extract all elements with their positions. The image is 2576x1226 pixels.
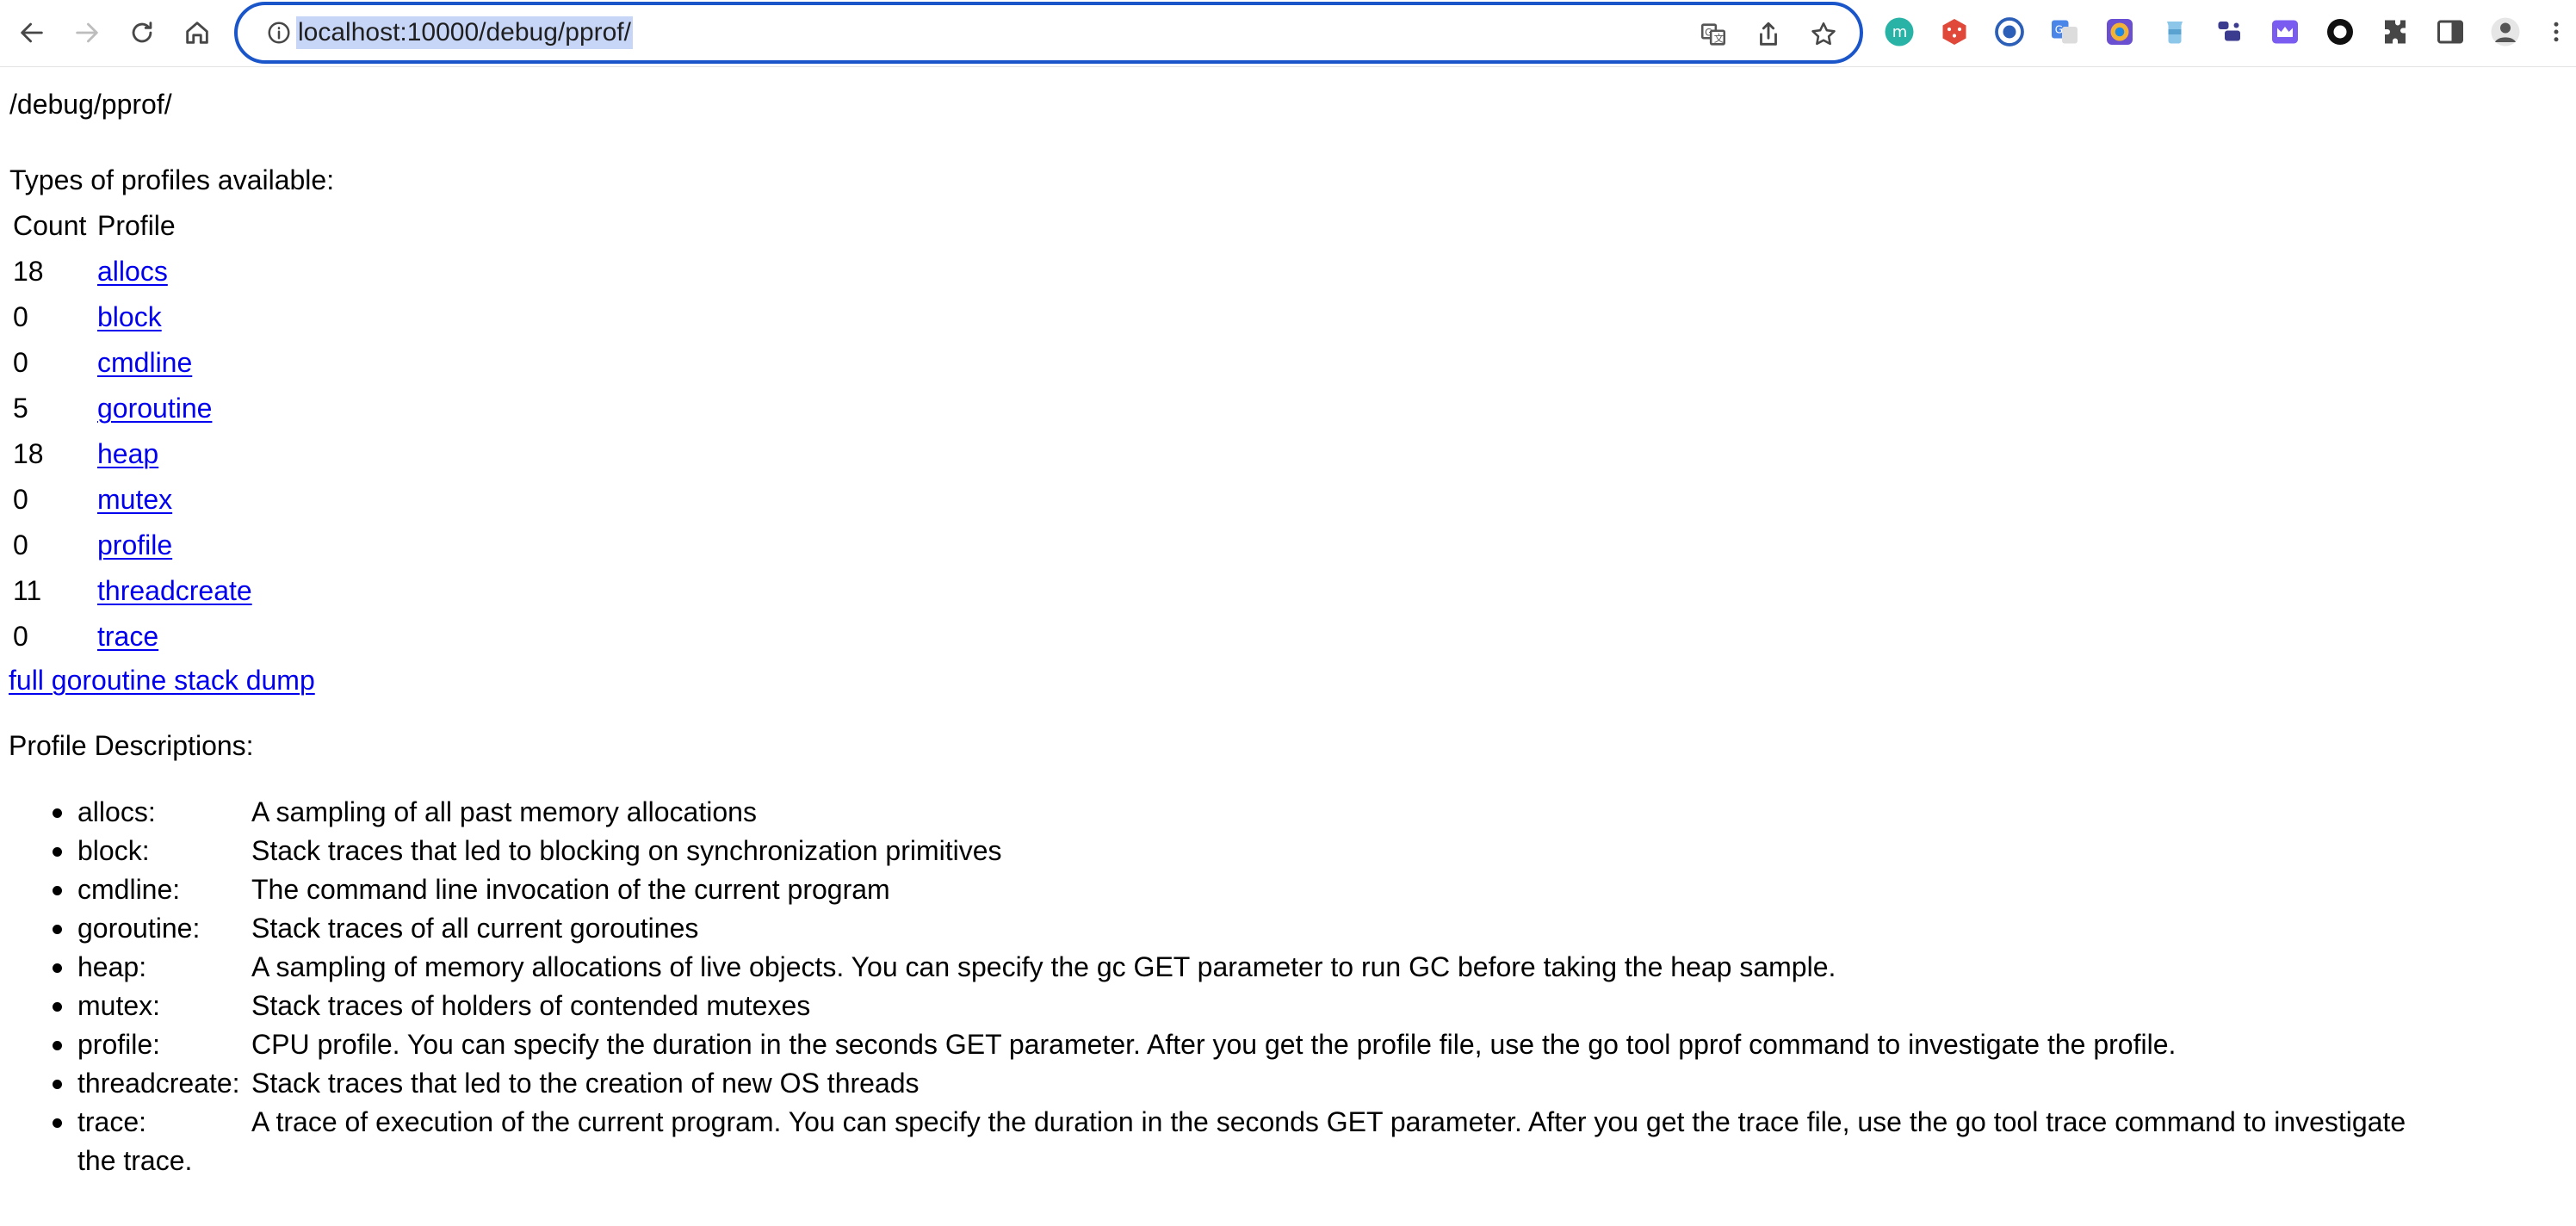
description-name: mutex: [77,990,161,1021]
table-row-count: 18 [13,256,44,287]
description-text: CPU profile. You can specify the duratio… [251,1029,2177,1060]
profile-link-block[interactable]: block [97,300,162,334]
description-text: Stack traces that led to blocking on syn… [251,835,1002,866]
profile-link-goroutine[interactable]: goroutine [97,391,212,425]
table-row-count: 0 [13,484,28,515]
reload-button[interactable] [121,11,164,54]
description-name: goroutine: [77,913,201,944]
list-bullet [53,1080,62,1089]
browser-toolbar: localhost:10000/debug/pprof/ G 文 m G [0,0,2576,67]
profile-link-trace[interactable]: trace [97,619,158,653]
profile-link-allocs[interactable]: allocs [97,254,168,288]
address-bar[interactable]: localhost:10000/debug/pprof/ G 文 [234,2,1863,64]
svg-text:G: G [2055,24,2063,36]
crown-icon[interactable] [2268,15,2302,49]
list-bullet [53,925,62,934]
list-bullet [53,1041,62,1050]
ring-icon[interactable] [2323,15,2357,49]
description-text: Stack traces of all current goroutines [251,913,699,944]
profile-link-profile[interactable]: profile [97,528,172,562]
svg-text:G: G [1705,26,1712,38]
page-content: /debug/pprof/ Types of profiles availabl… [0,67,2576,1226]
profile-descriptions-heading: Profile Descriptions: [9,730,254,761]
table-header-profile: Profile [97,210,176,241]
translate-icon[interactable]: G 文 [1696,17,1731,52]
jetbrains-icon[interactable] [2213,15,2247,49]
table-row-count: 18 [13,438,44,469]
svg-text:m: m [1892,23,1908,41]
table-row-count: 5 [13,393,28,424]
description-name: cmdline: [77,874,181,905]
description-name: heap: [77,951,147,982]
description-name: profile: [77,1029,161,1060]
description-name: threadcreate: [77,1068,240,1099]
bookmark-star-icon[interactable] [1806,17,1841,52]
url-text[interactable]: localhost:10000/debug/pprof/ [296,16,633,49]
profiles-types-heading: Types of profiles available: [9,164,335,195]
table-row-count: 0 [13,529,28,560]
description-name: block: [77,835,150,866]
puzzle-icon[interactable] [2378,15,2412,49]
share-icon[interactable] [1751,17,1786,52]
site-info-icon[interactable] [263,17,294,48]
table-row-count: 0 [13,301,28,332]
circle-c-icon[interactable] [1992,15,2027,49]
description-text: A sampling of all past memory allocation… [251,796,757,827]
side-panel-icon[interactable] [2433,15,2468,49]
arrow-right-icon [76,22,98,43]
profile-link-threadcreate[interactable]: threadcreate [97,573,252,608]
description-text: Stack traces of holders of contended mut… [251,990,811,1021]
list-bullet [53,1002,62,1012]
jar-icon[interactable] [2158,15,2192,49]
description-name: allocs: [77,796,156,827]
description-text: The command line invocation of the curre… [251,874,890,905]
chrome-color-icon[interactable] [2102,15,2137,49]
profile-link-heap[interactable]: heap [97,437,158,471]
monica-icon[interactable]: m [1882,15,1917,49]
full-goroutine-dump-link[interactable]: full goroutine stack dump [9,663,315,697]
reload-icon [132,22,152,43]
table-row-count: 0 [13,347,28,378]
list-bullet [53,886,62,895]
description-name: trace: [77,1106,147,1137]
more-icon[interactable] [2543,15,2569,49]
dice-icon[interactable] [1937,15,1972,49]
table-row-count: 11 [13,575,42,606]
home-icon [186,22,208,44]
description-text: A sampling of memory allocations of live… [251,951,1836,982]
description-text-continuation: the trace. [77,1145,193,1176]
back-button[interactable] [10,11,53,54]
list-bullet [53,963,62,973]
page-path-heading: /debug/pprof/ [9,89,172,120]
description-text: Stack traces that led to the creation of… [251,1068,920,1099]
avatar-icon[interactable] [2488,15,2523,49]
profile-link-cmdline[interactable]: cmdline [97,345,192,380]
forward-button[interactable] [65,11,108,54]
profile-link-mutex[interactable]: mutex [97,482,172,517]
list-bullet [53,808,62,818]
description-text: A trace of execution of the current prog… [251,1106,2406,1137]
svg-text:文: 文 [1714,33,1724,45]
table-row-count: 0 [13,621,28,652]
list-bullet [53,847,62,857]
home-button[interactable] [176,11,219,54]
list-bullet [53,1118,62,1128]
table-header-count: Count [13,210,87,241]
google-translate-icon[interactable]: G [2047,15,2082,49]
arrow-left-icon [21,22,43,43]
